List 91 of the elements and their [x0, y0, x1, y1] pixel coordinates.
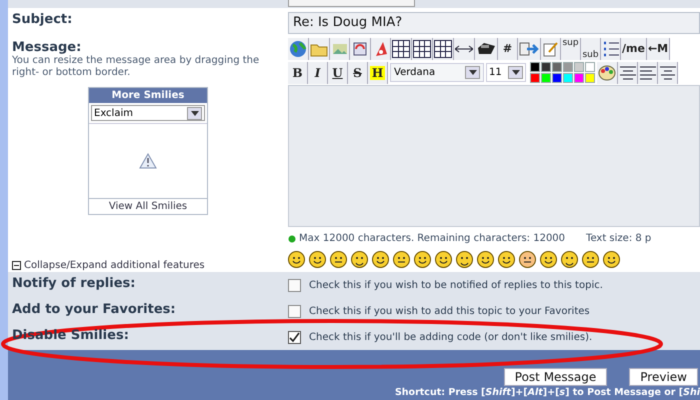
smiley-icon[interactable]: [561, 251, 578, 268]
smiley-icon[interactable]: [582, 251, 599, 268]
text-size-label: Text size: 8 p: [586, 233, 652, 244]
palette-icon: [598, 64, 616, 82]
smiley-icon[interactable]: [456, 251, 473, 268]
toolbar-button[interactable]: [618, 62, 638, 84]
color-swatch[interactable]: [574, 73, 584, 83]
edit-icon: [542, 40, 558, 56]
smiley-icon[interactable]: [414, 251, 431, 268]
toolbar-button[interactable]: /me: [621, 38, 647, 60]
color-swatch[interactable]: [530, 62, 540, 72]
message-label: Message:: [11, 39, 82, 55]
font-select[interactable]: Verdana: [390, 63, 484, 82]
option-label: Add to your Favorites:: [11, 302, 177, 318]
image-icon: [332, 44, 346, 54]
character-counter: Max 12000 characters. Remaining characters: 12000: [299, 233, 566, 244]
toolbar-button[interactable]: [601, 38, 621, 60]
toolbar-button[interactable]: ←M: [646, 38, 670, 60]
color-swatch[interactable]: [552, 73, 562, 83]
globe-icon: [289, 40, 307, 58]
color-swatch[interactable]: [563, 73, 573, 83]
warning-icon: [139, 153, 157, 169]
option-description: Check this if you wish to add this topic to your Favorites: [309, 306, 590, 316]
option-label: Notify of replies:: [11, 276, 136, 292]
list-icon: [602, 40, 618, 56]
toolbar-button[interactable]: [350, 38, 371, 60]
smiley-icon[interactable]: [288, 251, 305, 268]
color-swatch[interactable]: [552, 62, 562, 72]
checkbox[interactable]: [288, 330, 301, 344]
smiley-icon[interactable]: [435, 251, 452, 268]
page-arrow-icon: [519, 42, 539, 56]
toolbar-button[interactable]: [475, 38, 498, 60]
size-select[interactable]: 11: [486, 63, 526, 82]
format-button[interactable]: H: [368, 62, 388, 84]
toolbar-button[interactable]: [454, 38, 475, 60]
align-icon: [620, 66, 636, 80]
format-button[interactable]: I: [308, 62, 328, 84]
checkbox[interactable]: [288, 304, 301, 318]
table-icon: [413, 40, 431, 58]
caret-icon: [190, 110, 198, 116]
smiley-icon[interactable]: [519, 251, 536, 268]
smiley-icon[interactable]: [330, 251, 347, 268]
toolbar-button[interactable]: sub: [581, 38, 601, 60]
checkbox[interactable]: [288, 278, 301, 292]
toolbar-button[interactable]: #: [498, 38, 518, 60]
option-description: Check this if you'll be adding code (or don't like smilies).: [309, 332, 592, 342]
toolbar-button[interactable]: [658, 62, 678, 84]
table-icon: [392, 40, 410, 58]
smiley-icon[interactable]: [498, 251, 515, 268]
horizontal-arrow-icon: [455, 44, 473, 52]
collapse-link[interactable]: Collapse/Expand additional features: [24, 260, 205, 271]
smiley-icon[interactable]: [603, 251, 620, 268]
subject-field[interactable]: Re: Is Doug MIA?: [288, 12, 700, 34]
view-all-smilies-link[interactable]: View All Smilies: [89, 198, 207, 214]
toolbar-button[interactable]: [433, 38, 454, 60]
color-swatch[interactable]: [574, 62, 584, 72]
color-swatch[interactable]: [563, 62, 573, 72]
toolbar-button[interactable]: sup: [561, 38, 581, 60]
status-dot-icon: [288, 234, 296, 242]
category-select[interactable]: Exclaim: [91, 105, 205, 121]
shortcut-hint: Shortcut: Press [Shift]+[Alt]+[s] to Post Message or [Shi: [394, 387, 700, 398]
color-swatch[interactable]: [541, 62, 551, 72]
smiley-icon[interactable]: [372, 251, 389, 268]
toolbar-button[interactable]: [638, 62, 658, 84]
table-icon: [434, 40, 452, 58]
smiley-icon[interactable]: [351, 251, 368, 268]
submit-button[interactable]: Preview: [629, 368, 698, 386]
submit-button[interactable]: Post Message: [504, 368, 608, 386]
color-swatch[interactable]: [541, 73, 551, 83]
toolbar-button[interactable]: [597, 62, 618, 84]
toolbar-button[interactable]: [412, 38, 433, 60]
panel-title: More Smilies: [89, 88, 207, 103]
caret-icon: [512, 70, 520, 75]
smiley-icon[interactable]: [309, 251, 326, 268]
format-button[interactable]: B: [288, 62, 308, 84]
align-icon: [640, 66, 656, 80]
align-icon: [660, 66, 676, 80]
format-button[interactable]: S: [348, 62, 368, 84]
option-description: Check this if you wish to be notified of replies to this topic.: [309, 280, 603, 290]
smiley-icon[interactable]: [540, 251, 557, 268]
select-field[interactable]: [288, 0, 415, 7]
format-button[interactable]: U: [328, 62, 348, 84]
help-text: You can resize the message area by dragging the right- or bottom border.: [11, 55, 260, 79]
smiley-icon[interactable]: [393, 251, 410, 268]
toolbar-button[interactable]: [391, 38, 412, 60]
color-swatch[interactable]: [585, 73, 595, 83]
caret-icon: [468, 70, 476, 75]
subject-label: Subject:: [11, 11, 74, 29]
smiley-icon[interactable]: [477, 251, 494, 268]
color-swatch[interactable]: [530, 73, 540, 83]
color-swatch[interactable]: [585, 62, 595, 72]
